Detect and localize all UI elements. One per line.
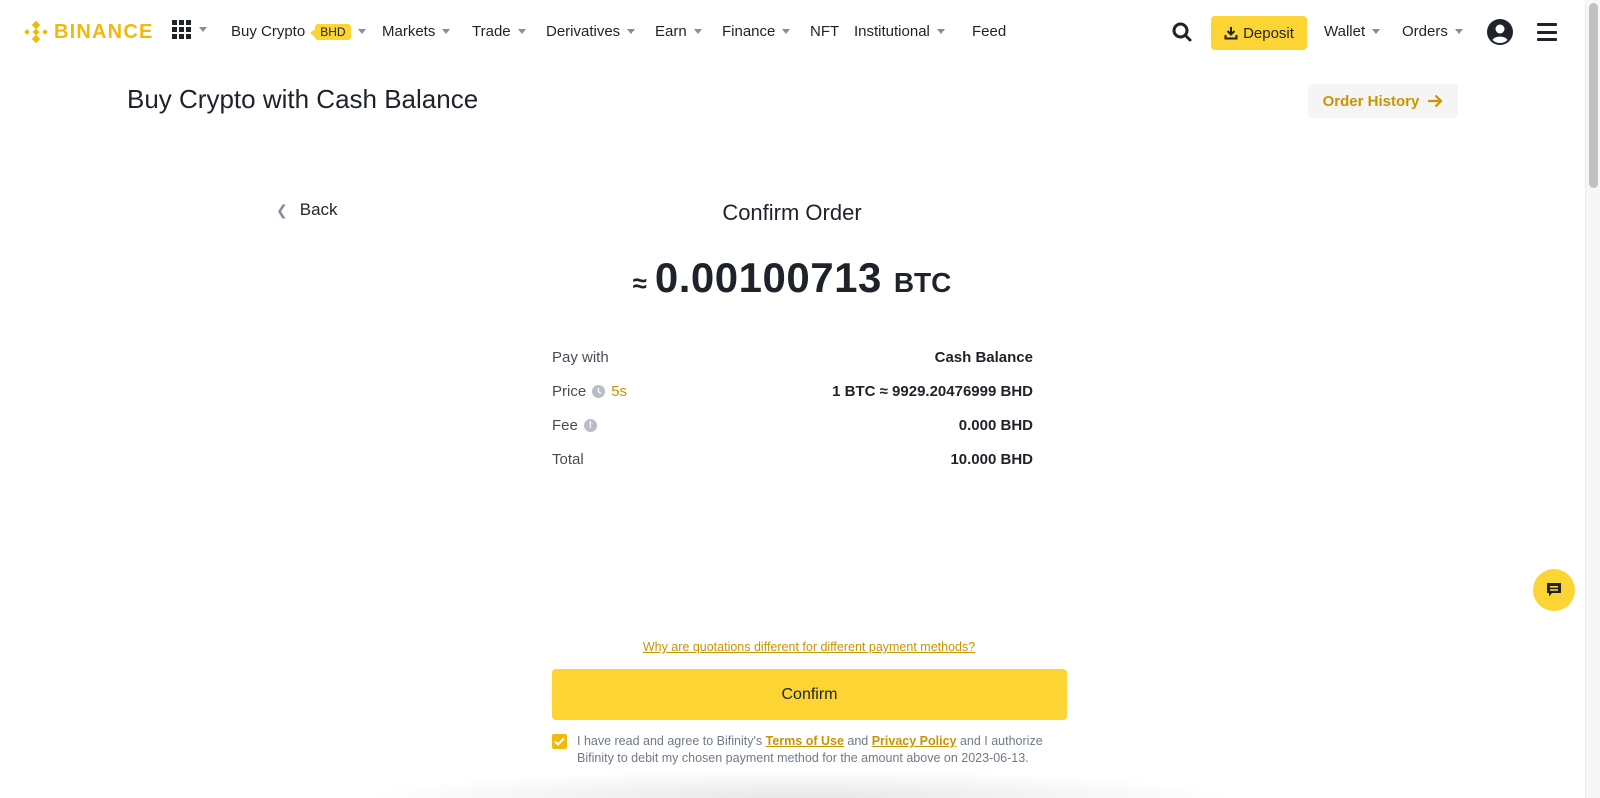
amount-value: 0.00100713: [654, 254, 882, 301]
page-title: Buy Crypto with Cash Balance: [127, 84, 479, 114]
privacy-policy-link[interactable]: Privacy Policy: [872, 734, 957, 748]
nav-label: NFT: [810, 23, 840, 40]
back-label: Back: [299, 200, 338, 219]
chevron-down-icon: [627, 29, 636, 34]
currency-badge: BHD: [310, 23, 351, 40]
binance-logo[interactable]: BINANCE: [24, 20, 154, 44]
top-navigation-bar: BINANCE Buy Crypto BHD Markets Trade Der…: [0, 0, 1584, 64]
detail-label: Price: [552, 382, 587, 400]
chevron-down-icon: [693, 29, 702, 34]
agreement-text: I have read and agree to Bifinity's Term…: [577, 734, 1043, 765]
chevron-down-icon: [199, 27, 207, 32]
nav-institutional[interactable]: Institutional: [854, 23, 945, 40]
nav-label: Buy Crypto: [231, 23, 306, 40]
chevron-left-icon: ❮: [276, 201, 288, 218]
nav-label: Markets: [382, 23, 436, 40]
menu-icon[interactable]: [1537, 22, 1557, 42]
agreement: I have read and agree to Bifinity's Term…: [552, 733, 1052, 767]
search-icon[interactable]: [1170, 20, 1194, 44]
bottom-shadow: [360, 770, 1240, 798]
nav-label: Orders: [1402, 23, 1448, 40]
detail-value: Cash Balance: [934, 348, 1033, 366]
chevron-down-icon: [936, 29, 945, 34]
detail-label: Fee: [552, 416, 578, 434]
chevron-down-icon: [442, 29, 451, 34]
crypto-amount: ≈ 0.00100713 BTC: [552, 254, 1032, 302]
chat-icon: [1547, 583, 1561, 597]
apps-menu-button[interactable]: [172, 20, 207, 39]
chevron-down-icon: [1454, 29, 1463, 34]
brand-name: BINANCE: [54, 20, 154, 43]
detail-row-fee: Fee ! 0.000 BHD: [552, 408, 1033, 442]
detail-value: 1 BTC ≈ 9929.20476999 BHD: [832, 382, 1033, 400]
download-icon: [1224, 27, 1238, 40]
chevron-down-icon: [357, 29, 366, 34]
nav-markets[interactable]: Markets: [382, 23, 451, 40]
agreement-checkbox[interactable]: [552, 734, 567, 749]
page-scrollbar[interactable]: [1585, 0, 1600, 798]
nav-label: Finance: [722, 23, 776, 40]
apps-grid-icon: [172, 20, 191, 39]
back-button[interactable]: ❮ Back: [276, 200, 338, 220]
chevron-down-icon: [1372, 29, 1381, 34]
arrow-right-icon: [1428, 94, 1443, 108]
quotation-info-link[interactable]: Why are quotations different for differe…: [552, 640, 1066, 654]
nav-buy-crypto[interactable]: Buy Crypto BHD: [231, 23, 366, 40]
profile-icon[interactable]: [1487, 19, 1513, 45]
nav-nft[interactable]: NFT: [810, 23, 839, 40]
detail-label: Total: [552, 450, 584, 468]
deposit-button[interactable]: Deposit: [1211, 16, 1307, 50]
detail-label: Pay with: [552, 348, 609, 366]
order-history-label: Order History: [1322, 92, 1420, 110]
nav-label: Wallet: [1324, 23, 1366, 40]
nav-label: Trade: [472, 23, 511, 40]
detail-row-price: Price 5s 1 BTC ≈ 9929.20476999 BHD: [552, 374, 1033, 408]
clock-icon: [592, 384, 606, 398]
nav-finance[interactable]: Finance: [722, 23, 791, 40]
order-details: Pay with Cash Balance Price 5s 1 BTC ≈ 9…: [552, 340, 1033, 476]
price-refresh-countdown: 5s: [611, 382, 628, 400]
nav-label: Earn: [655, 23, 687, 40]
nav-derivatives[interactable]: Derivatives: [546, 23, 636, 40]
chevron-down-icon: [782, 29, 791, 34]
scrollbar-thumb[interactable]: [1589, 3, 1598, 188]
info-icon[interactable]: !: [583, 418, 597, 432]
terms-of-use-link[interactable]: Terms of Use: [766, 734, 844, 748]
chat-support-button[interactable]: [1533, 569, 1575, 611]
confirm-button[interactable]: Confirm: [552, 669, 1067, 720]
nav-earn[interactable]: Earn: [655, 23, 702, 40]
detail-value: 0.000 BHD: [958, 416, 1033, 434]
nav-orders[interactable]: Orders: [1402, 23, 1463, 40]
approx-symbol: ≈: [632, 268, 647, 298]
nav-wallet[interactable]: Wallet: [1324, 23, 1381, 40]
binance-logo-icon: [24, 20, 48, 44]
order-history-button[interactable]: Order History: [1308, 84, 1458, 118]
nav-label: Institutional: [854, 23, 930, 40]
detail-value: 10.000 BHD: [950, 450, 1033, 468]
detail-row-pay-with: Pay with Cash Balance: [552, 340, 1033, 374]
deposit-label: Deposit: [1243, 24, 1294, 42]
nav-trade[interactable]: Trade: [472, 23, 526, 40]
amount-unit: BTC: [893, 267, 952, 298]
confirm-order-title: Confirm Order: [722, 200, 862, 225]
nav-label: Derivatives: [546, 23, 621, 40]
detail-row-total: Total 10.000 BHD: [552, 442, 1033, 476]
chevron-down-icon: [517, 29, 526, 34]
checkmark-icon: [554, 737, 565, 746]
nav-feed[interactable]: Feed: [972, 23, 1006, 40]
nav-label: Feed: [972, 23, 1007, 40]
